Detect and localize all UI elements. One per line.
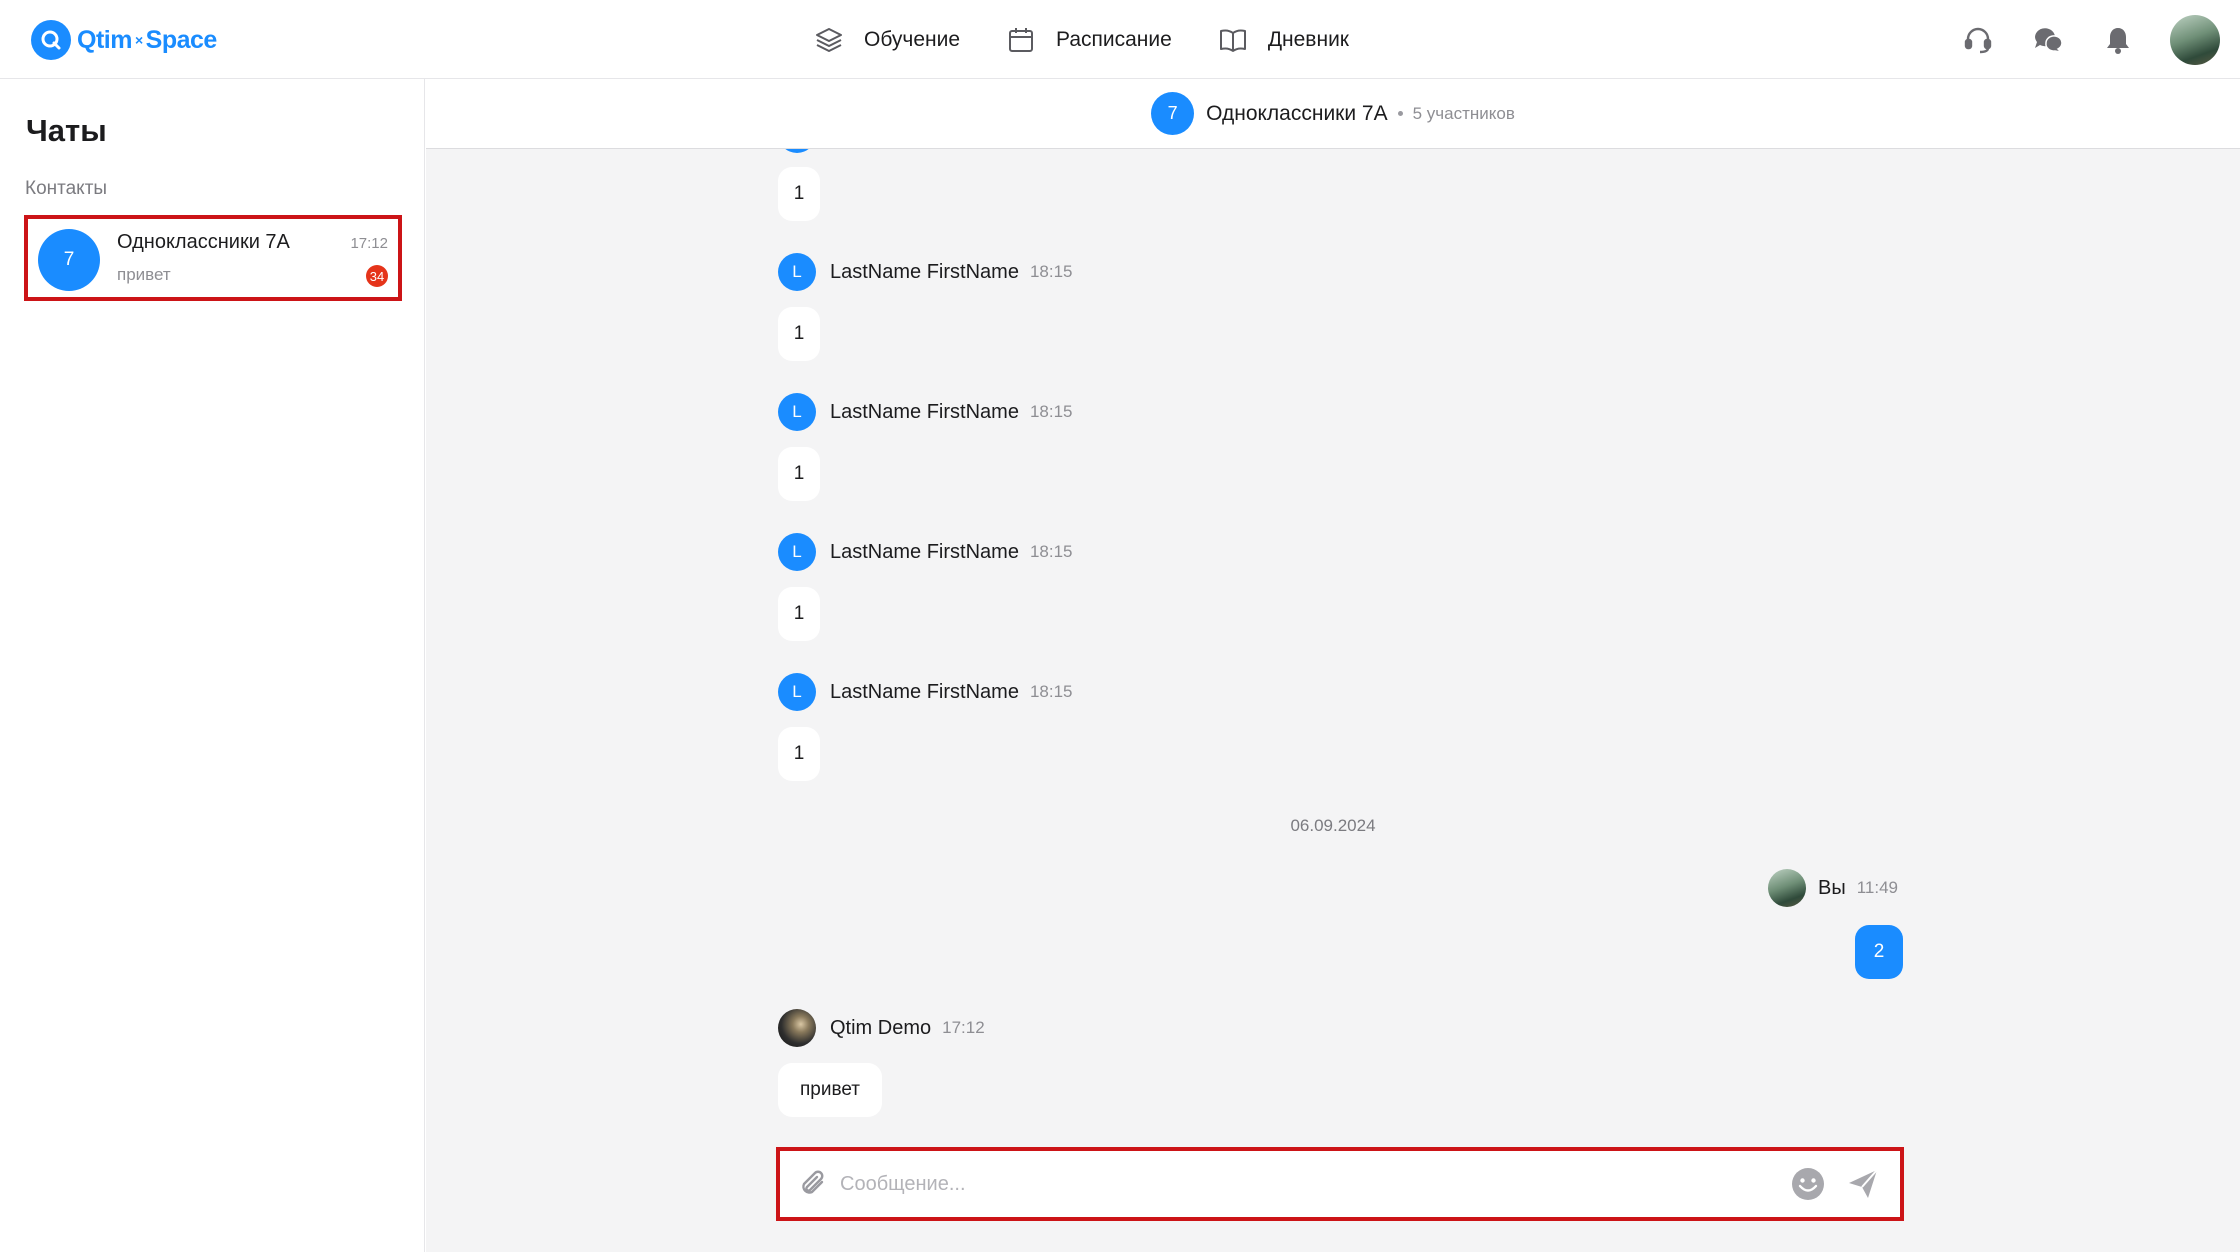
message-bubble: 1 [778, 447, 820, 501]
chat-list-item[interactable]: 7 Одноклассники 7А 17:12 привет 34 [24, 215, 402, 301]
chat-bubbles-icon[interactable] [2030, 22, 2066, 58]
message-time: 17:12 [942, 1018, 985, 1037]
message-input[interactable] [840, 1172, 1790, 1196]
message-author[interactable]: LastName FirstName [830, 401, 1019, 424]
logo-badge-icon [31, 20, 71, 60]
emoji-icon[interactable] [1790, 1166, 1826, 1202]
nav-label-learning: Обучение [864, 28, 961, 51]
sidebar-title: Чаты [26, 113, 107, 148]
chat-avatar: 7 [38, 229, 100, 291]
user-avatar[interactable] [2170, 15, 2220, 65]
message-header: L LastName FirstName 18:15 [778, 253, 1072, 291]
message-avatar-partial [778, 149, 816, 153]
message-author[interactable]: LastName FirstName [830, 681, 1019, 704]
headset-icon[interactable] [1960, 22, 1996, 58]
message-time: 18:15 [1029, 402, 1073, 421]
top-header: Qtim × Space Обучение Расписание Дневник [0, 0, 2240, 79]
date-separator: 06.09.2024 [1290, 816, 1376, 835]
nav-item-diary[interactable]: Дневник [1218, 22, 1349, 58]
layers-icon [816, 28, 842, 52]
message-time: 18:15 [1029, 682, 1073, 701]
bell-icon[interactable] [2100, 22, 2136, 58]
logo-left: Qtim [77, 25, 132, 54]
message-bubble: 1 [778, 587, 820, 641]
message-header: L LastName FirstName 18:15 [778, 673, 1072, 711]
separator-dot [1397, 111, 1403, 116]
chat-name: Одноклассники 7А [117, 231, 290, 253]
nav-label-diary: Дневник [1267, 28, 1349, 51]
message-header: L LastName FirstName 18:15 [778, 533, 1072, 571]
message-time: 18:15 [1029, 262, 1073, 281]
message-bubble: привет [778, 1063, 882, 1117]
message-author[interactable]: LastName FirstName [830, 261, 1019, 284]
chats-sidebar: Чаты Контакты 7 Одноклассники 7А 17:12 п… [0, 79, 425, 1252]
calendar-icon [1009, 28, 1034, 52]
author-avatar[interactable]: L [778, 533, 816, 571]
unread-badge: 34 [366, 265, 388, 287]
chat-header: 7 Одноклассники 7А 5 участников [426, 79, 2240, 149]
message-list[interactable]: 1 L LastName FirstName 18:15 1 L LastNam… [426, 149, 2240, 1149]
logo-right: Space [145, 25, 218, 54]
message-composer [776, 1147, 1904, 1221]
my-avatar[interactable] [1768, 869, 1806, 907]
nav-item-learning[interactable]: Обучение [814, 22, 960, 58]
chat-time: 17:12 [350, 235, 388, 252]
my-message-time: 11:49 [1856, 878, 1898, 897]
message-bubble: 1 [778, 167, 820, 221]
logo-text: Qtim × Space [77, 26, 217, 55]
chat-members-count[interactable]: 5 участников [1413, 104, 1515, 124]
message-header: Qtim Demo 17:12 [778, 1009, 985, 1047]
my-message-author: Вы [1818, 876, 1846, 899]
author-avatar[interactable] [778, 1009, 816, 1047]
message-header: L LastName FirstName 18:15 [778, 393, 1072, 431]
chat-header-avatar: 7 [1151, 92, 1195, 135]
nav-item-schedule[interactable]: Расписание [1006, 22, 1172, 58]
send-icon[interactable] [1846, 1167, 1880, 1201]
chat-preview: привет [117, 265, 171, 284]
message-time: 18:15 [1029, 542, 1073, 561]
author-avatar[interactable]: L [778, 253, 816, 291]
header-actions [1960, 14, 2220, 66]
my-message-bubble: 2 [1855, 925, 1903, 979]
message-author[interactable]: LastName FirstName [830, 541, 1019, 564]
app-logo[interactable]: Qtim × Space [31, 20, 217, 60]
message-bubble: 1 [778, 307, 820, 361]
attach-icon[interactable] [798, 1168, 830, 1200]
logo-x: × [134, 32, 143, 48]
main-nav: Обучение Расписание Дневник [814, 22, 1395, 58]
chat-header-name[interactable]: Одноклассники 7А [1206, 102, 1388, 126]
message-bubble: 1 [778, 727, 820, 781]
chat-panel: 7 Одноклассники 7А 5 участников 1 L Last… [426, 79, 2240, 1252]
my-message-header: Вы 11:49 [1768, 869, 1898, 907]
book-icon [1219, 29, 1246, 52]
message-author[interactable]: Qtim Demo [830, 1017, 931, 1040]
author-avatar[interactable]: L [778, 393, 816, 431]
author-avatar[interactable]: L [778, 673, 816, 711]
contacts-section-label: Контакты [25, 178, 108, 199]
nav-label-schedule: Расписание [1056, 28, 1172, 51]
